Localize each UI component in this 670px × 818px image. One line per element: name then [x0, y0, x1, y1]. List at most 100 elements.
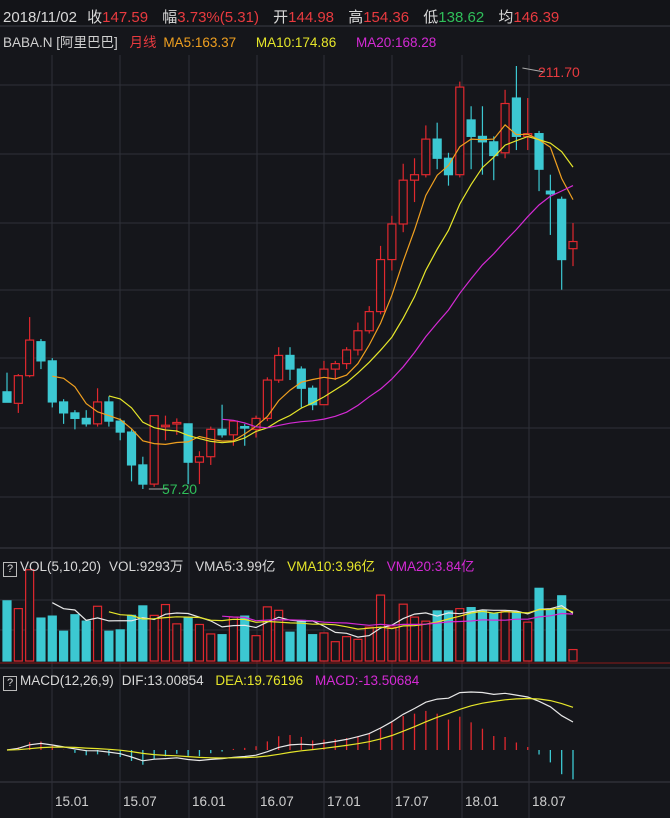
candle-down [183, 423, 193, 463]
volume-bar [228, 616, 238, 662]
candle-down [511, 97, 522, 137]
close-label: 收 [87, 9, 103, 26]
volume-bar [81, 620, 91, 662]
volume-bar [183, 617, 193, 662]
candle-up [342, 349, 352, 365]
ma20-line [222, 185, 574, 429]
avg-label: 均 [498, 9, 514, 26]
candle-up [160, 424, 171, 428]
volume-bar [47, 615, 57, 662]
ma5-value: MA5:163.37 [163, 35, 237, 50]
candle-down [47, 360, 57, 403]
candle-up [274, 354, 284, 381]
macd-value: MACD:-13.50684 [314, 673, 420, 688]
candle-down [138, 464, 148, 485]
volume-bar [115, 629, 125, 662]
volume-bar [160, 603, 171, 662]
candle-down [432, 138, 442, 159]
volume-bar [70, 614, 80, 662]
volume-bar [466, 607, 476, 662]
volume-bar [58, 630, 69, 662]
macd-help-button[interactable]: ? [3, 676, 17, 691]
candle-up [398, 179, 408, 225]
avg-value: 146.39 [513, 9, 560, 26]
open-value: 144.98 [288, 9, 335, 26]
ma20-value: MA20:168.28 [355, 35, 437, 50]
vol-value: VOL:9293万 [109, 559, 184, 574]
candle-up [330, 363, 340, 370]
volume-bar [240, 615, 250, 662]
candle-down [466, 119, 476, 137]
candle-down [70, 412, 80, 419]
volume-bar [364, 626, 374, 662]
volume-bar [126, 614, 137, 662]
candle-up [387, 223, 397, 261]
min-price-label: 57.20 [162, 481, 198, 497]
dea-value: DEA:19.76196 [215, 673, 304, 688]
volume-bar [172, 623, 182, 662]
volume-bar [387, 626, 397, 662]
candle-up [353, 330, 363, 351]
candle-down [285, 354, 295, 370]
x-tick-label: 17.07 [395, 794, 429, 809]
volume-bar [13, 608, 23, 662]
volume-bar [2, 600, 12, 662]
volume-bar [489, 613, 499, 662]
candle-up [375, 258, 386, 313]
x-tick-label: 18.07 [532, 794, 566, 809]
candle-down [58, 401, 69, 414]
volume-bar [217, 634, 227, 662]
volume-bar [194, 623, 205, 662]
x-tick-label: 17.01 [327, 794, 361, 809]
candle-down [115, 420, 125, 433]
candle-up [421, 138, 431, 176]
x-tick-label: 15.07 [123, 794, 157, 809]
volume-help-button[interactable]: ? [3, 562, 17, 577]
candle-up [13, 375, 23, 404]
candle-up [455, 86, 465, 176]
candle-up [319, 368, 329, 406]
volume-bar [477, 610, 488, 662]
candle-down [36, 341, 46, 362]
change-label: 幅 [162, 9, 178, 26]
volume-bar [421, 620, 431, 662]
candle-down [2, 391, 12, 403]
candle-up [206, 428, 216, 458]
volume-bar [138, 605, 148, 662]
vol-title: VOL(5,10,20) [20, 559, 102, 574]
volume-bar [342, 636, 352, 662]
low-label: 低 [423, 9, 439, 26]
period-label[interactable]: 月线 [130, 35, 157, 50]
candle-down [296, 368, 306, 389]
volume-legend: ? VOL(5,10,20) VOL:9293万 VMA5:3.99亿 VMA10:… [3, 555, 483, 577]
volume-bar [296, 619, 306, 662]
volume-bar [398, 603, 408, 662]
volume-bar [36, 617, 46, 662]
high-value: 154.36 [363, 9, 410, 26]
dif-value: DIF:13.00854 [121, 673, 204, 688]
x-tick-label: 16.07 [260, 794, 294, 809]
high-label: 高 [348, 9, 364, 26]
candle-up [194, 456, 205, 463]
candle-up [568, 240, 578, 250]
macd-legend: ? MACD(12,26,9) DIF:13.00854 DEA:19.76196 … [3, 673, 427, 691]
vma10-value: VMA10:3.96亿 [287, 559, 375, 574]
volume-bar [262, 606, 272, 662]
volume-bar [92, 605, 103, 662]
candle-down [545, 190, 555, 195]
volume-bar [500, 610, 510, 662]
volume-bar [545, 609, 555, 662]
candle-down [104, 401, 114, 422]
volume-bar [523, 621, 533, 662]
candle-down [217, 428, 227, 436]
candle-up [409, 174, 420, 181]
candle-down [240, 425, 250, 429]
volume-bar [534, 587, 544, 662]
volume-bar [251, 635, 261, 662]
volume-bar [308, 634, 318, 662]
volume-bar [104, 630, 114, 662]
x-tick-label: 16.01 [192, 794, 226, 809]
candle-down [126, 431, 137, 466]
x-tick-label: 18.01 [465, 794, 499, 809]
low-value: 138.62 [438, 9, 485, 26]
